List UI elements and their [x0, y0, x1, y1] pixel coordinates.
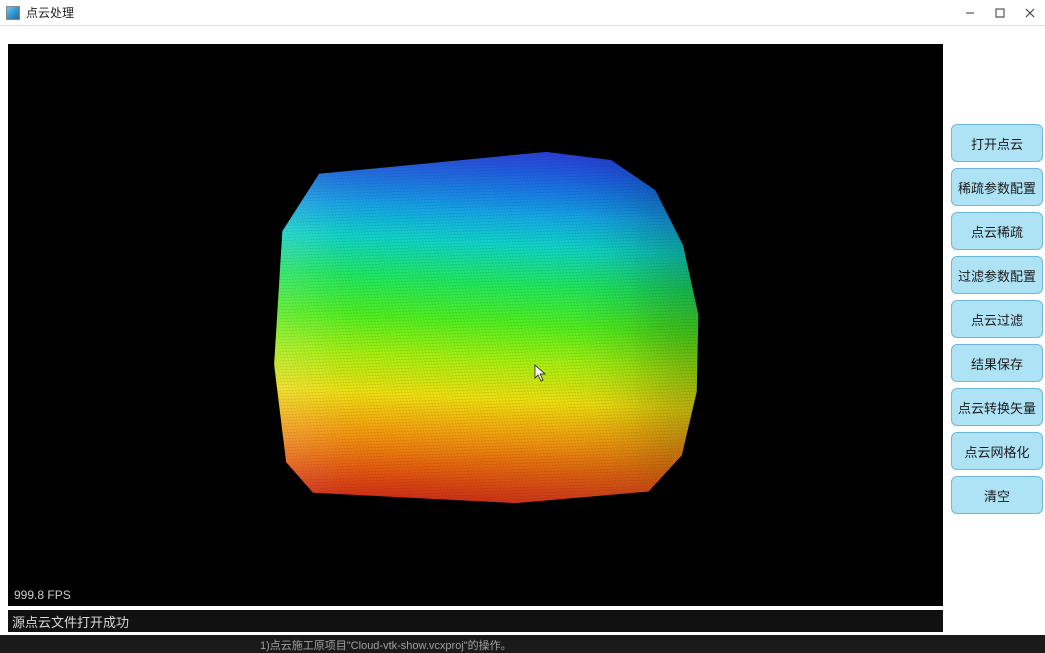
maximize-button[interactable]	[985, 0, 1015, 26]
sparse-button[interactable]: 点云稀疏	[951, 212, 1043, 250]
fps-readout: 999.8 FPS	[14, 588, 71, 602]
status-message: 源点云文件打开成功	[8, 610, 943, 632]
close-button[interactable]	[1015, 0, 1045, 26]
app-icon	[6, 6, 20, 20]
window-controls	[955, 0, 1045, 26]
minimize-icon	[965, 8, 975, 18]
minimize-button[interactable]	[955, 0, 985, 26]
save-result-button[interactable]: 结果保存	[951, 344, 1043, 382]
transform-button[interactable]: 点云转换矢量	[951, 388, 1043, 426]
filter-config-button[interactable]: 过滤参数配置	[951, 256, 1043, 294]
build-output-strip: 1)点云施工原项目"Cloud-vtk-show.vcxproj"的操作。	[0, 635, 1045, 653]
open-pointcloud-button[interactable]: 打开点云	[951, 124, 1043, 162]
maximize-icon	[995, 8, 1005, 18]
content-area: 999.8 FPS 源点云文件打开成功 打开点云 稀疏参数配置 点云稀疏 过滤参…	[0, 26, 1045, 653]
pointcloud-viewport[interactable]: 999.8 FPS	[8, 44, 943, 606]
title-bar: 点云处理	[0, 0, 1045, 26]
clear-button[interactable]: 清空	[951, 476, 1043, 514]
mesh-button[interactable]: 点云网格化	[951, 432, 1043, 470]
window-title: 点云处理	[26, 4, 74, 21]
filter-button[interactable]: 点云过滤	[951, 300, 1043, 338]
sparse-config-button[interactable]: 稀疏参数配置	[951, 168, 1043, 206]
pointcloud-render	[267, 147, 709, 512]
close-icon	[1025, 8, 1035, 18]
tool-panel: 打开点云 稀疏参数配置 点云稀疏 过滤参数配置 点云过滤 结果保存 点云转换矢量…	[951, 124, 1043, 514]
